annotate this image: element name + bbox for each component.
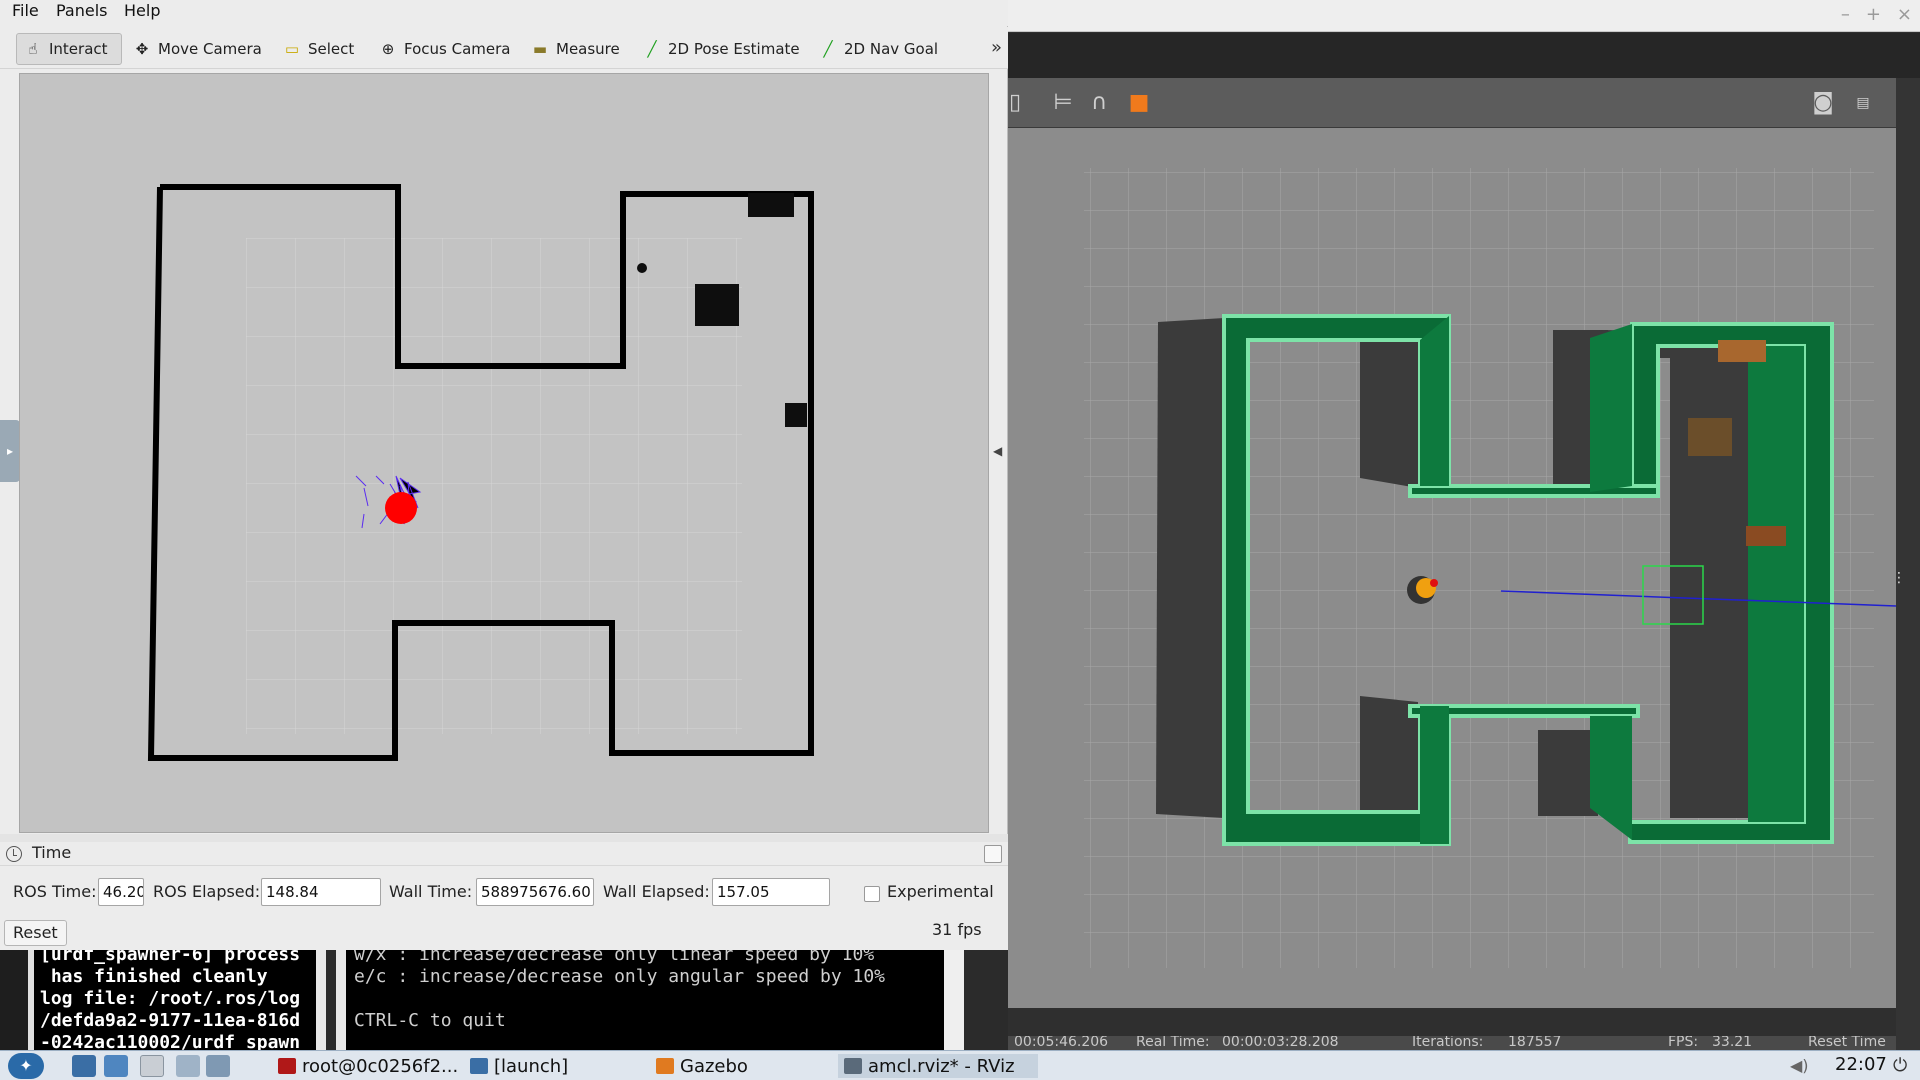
hand-icon: ☝ <box>28 40 38 58</box>
move-camera-icon: ✥ <box>135 40 149 58</box>
time-panel: Time ROS Time: 46.20 ROS Elapsed: 148.84… <box>0 842 1008 950</box>
taskbar-clock[interactable]: 22:07 <box>1835 1054 1887 1075</box>
terminal-line: /defda9a2-9177-11ea-816d <box>40 1010 301 1031</box>
wall-time-label: Wall Time: <box>389 882 473 901</box>
collapse-panel-icon[interactable]: ◀ <box>993 444 1002 458</box>
editor-launcher-icon[interactable] <box>206 1055 230 1077</box>
move-camera-tool-button[interactable]: ✥ Move Camera <box>126 33 268 65</box>
measure-tool-button[interactable]: ▬ Measure <box>524 33 626 65</box>
rviz-menubar: File Panels Help <box>0 0 1008 26</box>
terminal-line: has finished cleanly <box>40 966 268 987</box>
reset-button[interactable]: Reset <box>4 920 67 946</box>
wall-elapsed-field[interactable]: 157.05 <box>712 878 830 906</box>
terminal-line: -0242ac110002/urdf_spawn <box>40 1032 301 1050</box>
time-panel-title: Time <box>32 843 72 862</box>
iterations-value: 187557 <box>1508 1036 1562 1050</box>
task-launch[interactable]: [launch] <box>464 1054 574 1078</box>
green-arrow-icon: ╱ <box>823 40 833 58</box>
terminal-line: w/x : increase/decrease only linear spee… <box>354 950 875 965</box>
minimize-icon[interactable]: – <box>1841 4 1850 25</box>
maximize-icon[interactable]: + <box>1866 4 1881 25</box>
real-time-value: 00:00:03:28.208 <box>1222 1036 1339 1050</box>
menu-help[interactable]: Help <box>124 1 160 20</box>
terminal-line: [urdf_spawner-6] process <box>40 950 301 965</box>
terminal-icon <box>278 1058 296 1074</box>
select-tool-button[interactable]: ▭ Select <box>276 33 360 65</box>
log-icon[interactable]: ▤ <box>1848 88 1878 118</box>
gazebo-world <box>1008 128 1896 1008</box>
focus-camera-tool-button[interactable]: ⊕ Focus Camera <box>372 33 516 65</box>
occupancy-map <box>20 74 988 832</box>
gazebo-3d-scene[interactable] <box>1008 128 1896 1008</box>
terminal-roslaunch[interactable]: [urdf_spawner-6] process has finished cl… <box>0 950 326 1050</box>
shape-box-icon[interactable]: ■ <box>1124 88 1154 118</box>
task-terminal-root[interactable]: root@0c0256f2... <box>272 1054 464 1078</box>
page-icon[interactable]: ▯ <box>1008 88 1022 118</box>
browser-icon[interactable] <box>104 1055 128 1077</box>
fps-value: 33.21 <box>1712 1036 1753 1050</box>
panel-handle-icon[interactable]: ⋮ <box>1892 570 1906 588</box>
file-manager-icon[interactable] <box>72 1055 96 1077</box>
time-panel-header: Time <box>0 842 1008 866</box>
taskbar: ✦ root@0c0256f2... [launch] Gazebo amcl.… <box>0 1050 1920 1080</box>
rviz-toolbar: ☝ Interact ✥ Move Camera ▭ Select ⊕ Focus Ca… <box>0 27 1008 69</box>
experimental-checkbox[interactable] <box>864 886 880 902</box>
volume-icon[interactable]: ◀) <box>1790 1056 1809 1075</box>
green-arrow-icon: ╱ <box>647 40 657 58</box>
menu-file[interactable]: File <box>12 1 39 20</box>
terminal-teleop[interactable]: w/x : increase/decrease only linear spee… <box>336 950 964 1050</box>
interact-tool-button[interactable]: ☝ Interact <box>16 33 122 65</box>
robot-marker <box>385 492 417 524</box>
ros-time-field[interactable]: 46.20 <box>98 878 144 906</box>
nav-goal-tool-button[interactable]: ╱ 2D Nav Goal <box>812 33 944 65</box>
iterations-label: Iterations: <box>1412 1036 1484 1050</box>
wall-elapsed-label: Wall Elapsed: <box>603 882 710 901</box>
ros-elapsed-field[interactable]: 148.84 <box>261 878 381 906</box>
rviz-3d-viewport[interactable] <box>19 73 989 833</box>
gazebo-window: – + × ▯ ⊨ ∩ ■ ◙ ▤ 00:05:46.206 Real Time… <box>1008 0 1920 1050</box>
camera-icon[interactable]: ◙ <box>1808 88 1838 118</box>
gazebo-titlebar: – + × <box>1008 0 1920 32</box>
rviz-icon <box>844 1058 862 1074</box>
experimental-label: Experimental <box>887 882 994 901</box>
gazebo-right-panel <box>1896 78 1920 1050</box>
terminal-line: CTRL-C to quit <box>354 1010 506 1031</box>
wall-time-field[interactable]: 588975676.60 <box>476 878 594 906</box>
toolbar-overflow-button[interactable]: » <box>991 37 1002 58</box>
float-panel-button[interactable] <box>984 845 1002 863</box>
reset-time-button[interactable]: Reset Time <box>1808 1036 1886 1050</box>
clock-icon <box>6 846 22 862</box>
power-icon[interactable]: ⏻ <box>1893 1055 1907 1076</box>
select-icon: ▭ <box>284 40 300 58</box>
ros-time-label: ROS Time: <box>13 882 97 901</box>
sim-time: 00:05:46.206 <box>1014 1036 1109 1050</box>
window-icon <box>470 1058 488 1074</box>
terminal-line: log file: /root/.ros/log <box>40 988 301 1009</box>
task-rviz[interactable]: amcl.rviz* - RViz <box>838 1054 1038 1078</box>
panel-splitter[interactable] <box>0 834 1008 842</box>
rviz-window: File Panels Help ☝ Interact ✥ Move Camera … <box>0 0 1008 950</box>
start-menu-icon[interactable]: ✦ <box>8 1053 44 1079</box>
real-time-label: Real Time: <box>1136 1036 1210 1050</box>
magnet-icon[interactable]: ∩ <box>1084 88 1114 118</box>
terminal-line: e/c : increase/decrease only angular spe… <box>354 966 886 987</box>
task-gazebo[interactable]: Gazebo <box>650 1054 754 1078</box>
align-icon[interactable]: ⊨ <box>1048 88 1078 118</box>
close-icon[interactable]: × <box>1897 4 1912 25</box>
ros-elapsed-label: ROS Elapsed: <box>153 882 261 901</box>
terminal-launcher-icon[interactable] <box>176 1055 200 1077</box>
ruler-icon: ▬ <box>532 40 548 58</box>
terminal-scrollbar[interactable] <box>0 950 34 1050</box>
gazebo-toolbar: ▯ ⊨ ∩ ■ ◙ ▤ <box>1008 78 1896 128</box>
menu-panels[interactable]: Panels <box>56 1 108 20</box>
gazebo-menubar <box>1008 33 1920 78</box>
fps-readout: 31 fps <box>932 920 982 939</box>
gazebo-icon <box>656 1058 674 1074</box>
pose-estimate-tool-button[interactable]: ╱ 2D Pose Estimate <box>636 33 806 65</box>
desktop-icon[interactable] <box>140 1055 164 1077</box>
gazebo-statusbar: 00:05:46.206 Real Time: 00:00:03:28.208 … <box>1008 1036 1896 1050</box>
focus-camera-icon: ⊕ <box>381 40 395 58</box>
displays-panel-toggle[interactable]: ▸ <box>0 420 20 482</box>
fps-label: FPS: <box>1668 1036 1699 1050</box>
